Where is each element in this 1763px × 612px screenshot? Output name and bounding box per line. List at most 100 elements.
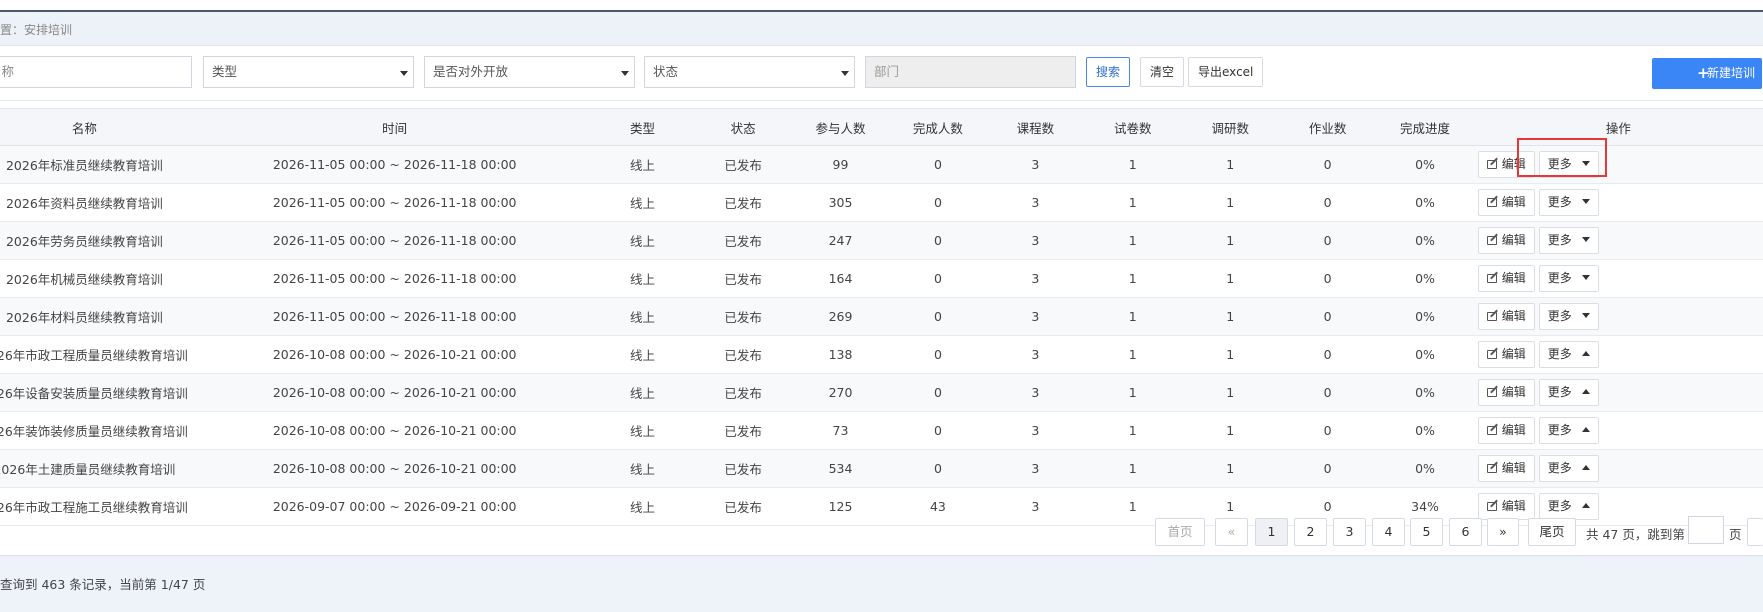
edit-button[interactable]: 编辑 xyxy=(1477,455,1535,482)
edit-button[interactable]: 编辑 xyxy=(1477,379,1535,406)
more-dropdown-button[interactable]: 更多 xyxy=(1538,303,1599,330)
time-cell: 2026-11-05 00:00 ~ 2026-11-18 00:00 xyxy=(198,145,591,184)
page-button-1[interactable]: 1 xyxy=(1255,518,1288,546)
edit-button[interactable]: 编辑 xyxy=(1477,151,1535,178)
chevron-up-icon xyxy=(1581,503,1590,508)
page-button-2[interactable]: 2 xyxy=(1294,518,1327,546)
more-label: 更多 xyxy=(1547,347,1572,361)
last-page-button[interactable]: 尾页 xyxy=(1528,518,1576,546)
header-completed: 完成人数 xyxy=(889,108,987,146)
more-dropdown-button[interactable]: 更多 xyxy=(1538,189,1599,216)
courses-cell: 3 xyxy=(986,221,1085,260)
page-button-5[interactable]: 5 xyxy=(1410,518,1443,546)
more-dropdown-button[interactable]: 更多 xyxy=(1538,493,1599,520)
header-name: 名称 xyxy=(0,108,199,146)
progress-cell: 0% xyxy=(1376,297,1474,336)
export-excel-button[interactable]: 导出excel xyxy=(1188,57,1264,87)
homework-cell: 0 xyxy=(1278,449,1377,488)
edit-icon xyxy=(1486,274,1497,283)
participants-cell: 99 xyxy=(791,145,890,184)
name-cell: 2026年设备安装质量员继续教育培训 xyxy=(0,373,199,412)
homework-cell: 0 xyxy=(1278,297,1377,336)
search-button[interactable]: 搜索 xyxy=(1086,57,1131,87)
participants-cell: 305 xyxy=(791,183,890,222)
name-cell: 2026年装饰装修质量员继续教育培训 xyxy=(0,411,199,450)
more-dropdown-button[interactable]: 更多 xyxy=(1538,417,1599,444)
edit-button[interactable]: 编辑 xyxy=(1477,417,1535,444)
type-select-value: 类型 xyxy=(212,64,238,79)
first-page-button[interactable]: 首页 xyxy=(1155,518,1205,546)
edit-button[interactable]: 编辑 xyxy=(1477,493,1535,520)
edit-icon xyxy=(1486,388,1497,397)
completed-cell: 0 xyxy=(889,411,987,450)
next-page-button[interactable]: » xyxy=(1487,518,1519,546)
more-dropdown-button[interactable]: 更多 xyxy=(1538,341,1599,368)
table-row: 2026年装饰装修质量员继续教育培训 2026-10-08 00:00 ~ 202… xyxy=(0,411,1763,450)
more-dropdown-button[interactable]: 更多 xyxy=(1538,379,1599,406)
public-select[interactable]: 是否对外开放 xyxy=(424,56,635,88)
status-cell: 已发布 xyxy=(694,145,792,184)
edit-label: 编辑 xyxy=(1501,499,1526,513)
status-cell: 已发布 xyxy=(694,335,792,374)
new-training-button[interactable]: + 新建培训 xyxy=(1652,58,1763,89)
edit-button[interactable]: 编辑 xyxy=(1477,265,1535,292)
surveys-cell: 1 xyxy=(1181,145,1279,184)
time-cell: 2026-11-05 00:00 ~ 2026-11-18 00:00 xyxy=(198,183,591,222)
page-button-3[interactable]: 3 xyxy=(1333,518,1366,546)
header-type: 类型 xyxy=(590,108,695,146)
status-cell: 已发布 xyxy=(694,297,792,336)
surveys-cell: 1 xyxy=(1181,449,1279,488)
edit-label: 编辑 xyxy=(1501,309,1526,323)
type-select[interactable]: 类型 xyxy=(203,56,414,88)
header-homework: 作业数 xyxy=(1278,108,1377,146)
more-dropdown-button[interactable]: 更多 xyxy=(1538,151,1599,178)
chevron-up-icon xyxy=(1581,465,1590,470)
page-button-4[interactable]: 4 xyxy=(1372,518,1405,546)
surveys-cell: 1 xyxy=(1181,183,1279,222)
actions-cell: 编辑 更多 xyxy=(1473,221,1763,260)
clear-button[interactable]: 清空 xyxy=(1140,57,1185,87)
progress-cell: 0% xyxy=(1376,221,1474,260)
main-panel: 名称 类型 是否对外开放 状态 部门 搜索 清空 导出excel + 新建培训 xyxy=(0,46,1763,592)
more-label: 更多 xyxy=(1547,499,1572,513)
jump-page-input[interactable] xyxy=(1688,516,1724,544)
status-cell: 已发布 xyxy=(694,221,792,260)
more-label: 更多 xyxy=(1547,157,1572,171)
table-row: 2026年劳务员继续教育培训 2026-11-05 00:00 ~ 2026-11… xyxy=(0,221,1763,260)
more-dropdown-button[interactable]: 更多 xyxy=(1538,455,1599,482)
participants-cell: 138 xyxy=(791,335,890,374)
status-cell: 已发布 xyxy=(694,373,792,412)
table-row: 2026年土建质量员继续教育培训 2026-10-08 00:00 ~ 2026-… xyxy=(0,449,1763,488)
edit-button[interactable]: 编辑 xyxy=(1477,341,1535,368)
prev-page-button[interactable]: « xyxy=(1215,518,1248,546)
pagination: 首页 « 1 2 3 4 5 6 » 尾页 共 47 页，跳到第 页 xyxy=(0,516,1763,546)
page-button-6[interactable]: 6 xyxy=(1449,518,1482,546)
header-time: 时间 xyxy=(198,108,591,146)
completed-cell: 0 xyxy=(889,373,987,412)
surveys-cell: 1 xyxy=(1181,297,1279,336)
actions-cell: 编辑 更多 xyxy=(1473,183,1763,222)
progress-cell: 0% xyxy=(1376,373,1474,412)
time-cell: 2026-10-08 00:00 ~ 2026-10-21 00:00 xyxy=(198,373,591,412)
edit-button[interactable]: 编辑 xyxy=(1477,189,1535,216)
breadcrumb: 置：安排培训 xyxy=(0,23,73,37)
edit-label: 编辑 xyxy=(1501,195,1526,209)
edit-button[interactable]: 编辑 xyxy=(1477,227,1535,254)
training-table: 名称 时间 类型 状态 参与人数 完成人数 课程数 试卷数 调研数 作业数 完成… xyxy=(0,108,1763,526)
department-input[interactable]: 部门 xyxy=(865,56,1076,88)
participants-cell: 270 xyxy=(791,373,890,412)
edit-icon xyxy=(1486,198,1497,207)
go-button[interactable] xyxy=(1747,518,1763,546)
status-select[interactable]: 状态 xyxy=(644,56,855,88)
edit-button[interactable]: 编辑 xyxy=(1477,303,1535,330)
surveys-cell: 1 xyxy=(1181,259,1279,298)
name-cell: 2026年劳务员继续教育培训 xyxy=(0,221,199,260)
type-cell: 线上 xyxy=(590,297,695,336)
name-input[interactable]: 名称 xyxy=(0,56,192,88)
actions-cell: 编辑 更多 xyxy=(1473,145,1763,184)
chevron-down-icon xyxy=(1581,275,1590,280)
papers-cell: 1 xyxy=(1084,297,1182,336)
more-dropdown-button[interactable]: 更多 xyxy=(1538,265,1599,292)
progress-cell: 0% xyxy=(1376,183,1474,222)
more-dropdown-button[interactable]: 更多 xyxy=(1538,227,1599,254)
